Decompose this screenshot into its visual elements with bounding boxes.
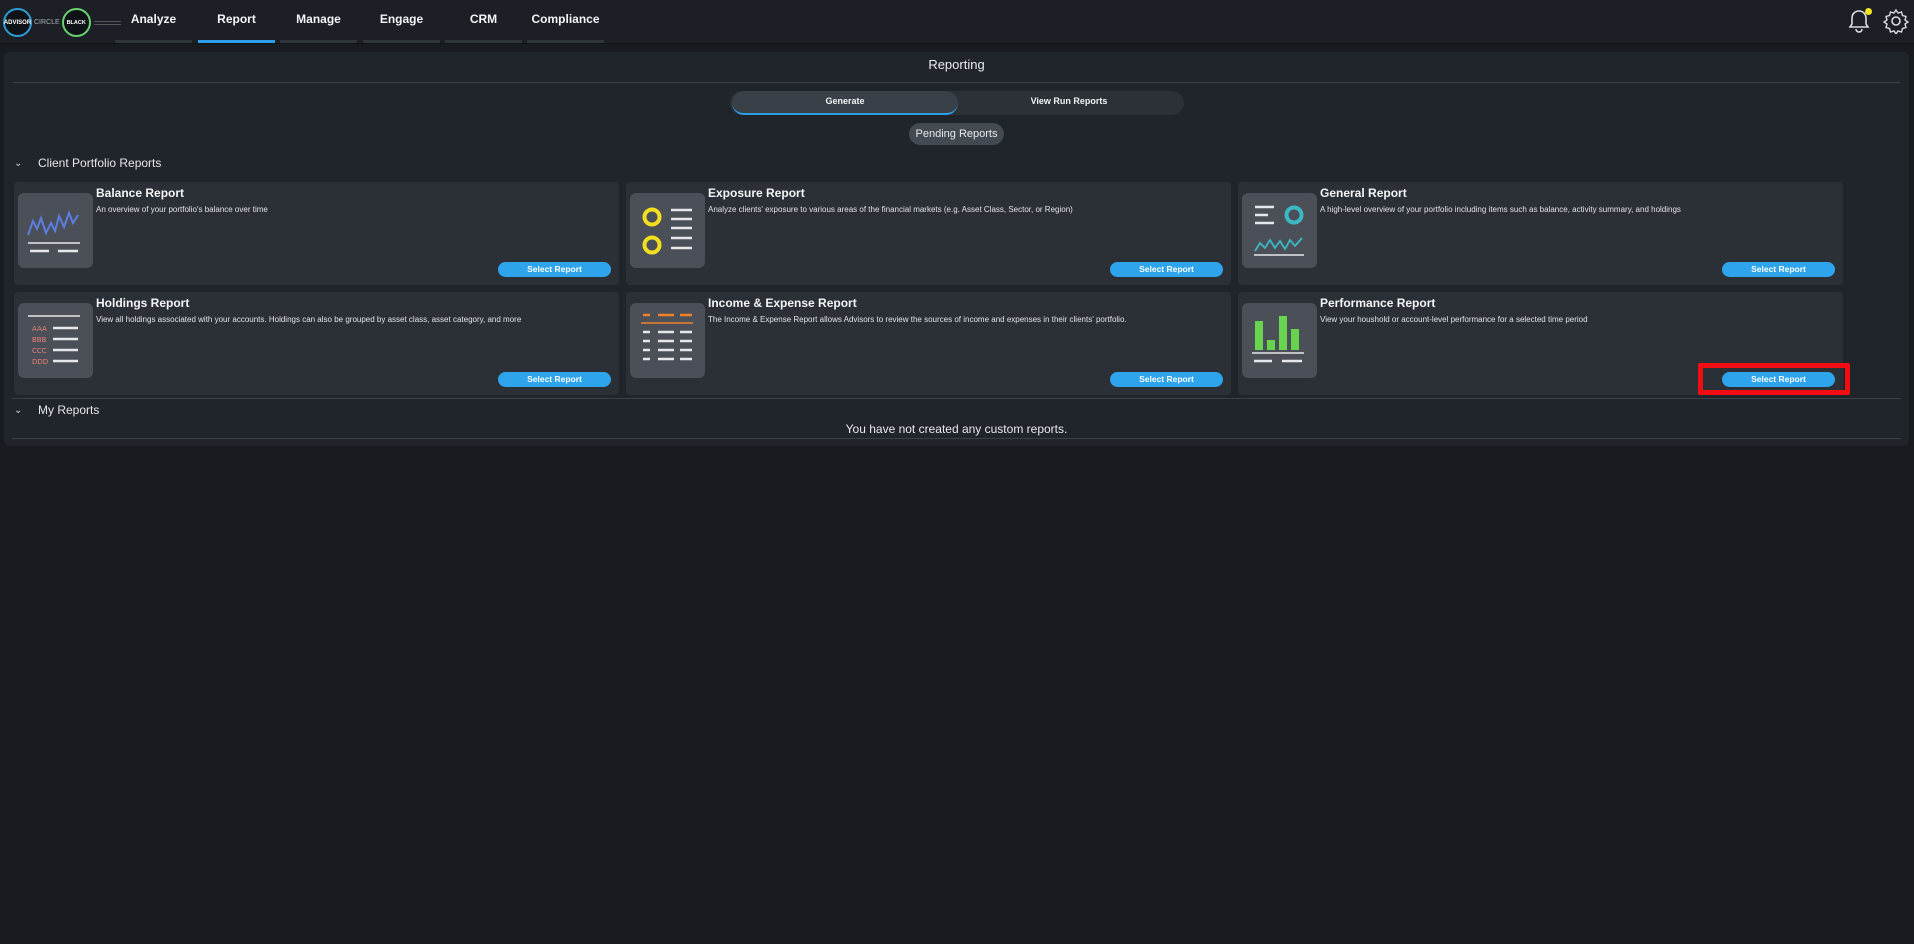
nav-tab-label: Compliance [531,12,600,26]
gear-icon[interactable] [1882,8,1910,36]
card-description: The Income & Expense Report allows Advis… [708,315,1127,324]
chevron-down-icon: ⌄ [14,404,23,416]
chevron-down-icon: ⌄ [14,157,23,169]
nav-tab-underline [280,40,357,43]
card-description: An overview of your portfolio's balance … [96,205,268,214]
card-title: Exposure Report [708,186,805,200]
section-divider [12,398,1901,399]
section-toggle-my-reports[interactable]: ⌄ My Reports [14,403,99,417]
nav-tab-underline [198,40,275,43]
top-navigation-bar: ADVISOR CIRCLE BLACK Analyze Report Mana… [0,0,1914,44]
nav-tab-underline [363,40,440,43]
card-title: Holdings Report [96,296,190,310]
circleblack-logo-mark: BLACK [61,8,91,37]
select-report-button[interactable]: Select Report [498,372,611,387]
holdings-list-icon: AAA BBB CCC DDD [18,303,93,378]
bell-icon[interactable] [1846,8,1872,34]
nav-tab-label: Analyze [130,12,177,26]
segment-view-run-reports[interactable]: View Run Reports [956,91,1182,115]
nav-tab-compliance[interactable]: Compliance [527,0,604,44]
segment-generate[interactable]: Generate [732,91,958,115]
card-description: A high-level overview of your portfolio … [1320,205,1681,214]
nav-tab-manage[interactable]: Manage [280,0,357,44]
highlight-box [1698,363,1850,395]
section-title: Client Portfolio Reports [38,156,162,170]
empty-state-message: You have not created any custom reports. [845,422,1068,436]
logo-prefix-text: CIRCLE [34,19,60,26]
section-toggle-client-portfolio[interactable]: ⌄ Client Portfolio Reports [14,156,161,170]
select-report-button[interactable]: Select Report [498,262,611,277]
svg-text:DDD: DDD [32,358,48,366]
income-expense-icon [630,303,705,378]
section-divider [12,438,1901,439]
svg-text:BBB: BBB [32,336,47,344]
nav-tab-label: CRM [469,12,498,26]
notification-dot [1865,8,1872,15]
select-report-button[interactable]: Select Report [1110,262,1223,277]
nav-tab-engage[interactable]: Engage [363,0,440,44]
select-report-button[interactable]: Select Report [1110,372,1223,387]
report-card-balance: Balance Report An overview of your portf… [14,182,619,285]
general-overview-icon [1242,193,1317,268]
nav-tab-label: Manage [296,12,341,26]
page-title: Reporting [928,57,985,72]
svg-text:CCC: CCC [32,347,47,355]
nav-tab-underline [527,40,604,43]
performance-bar-chart-icon [1242,303,1317,378]
nav-tab-underline [445,40,522,43]
report-card-exposure: Exposure Report Analyze clients' exposur… [626,182,1231,285]
report-card-general: General Report A high-level overview of … [1238,182,1843,285]
card-description: View all holdings associated with your a… [96,315,522,324]
exposure-list-icon [630,193,705,268]
nav-tab-report[interactable]: Report [198,0,275,44]
advisor-logo-mark: ADVISOR [3,8,32,37]
title-divider [13,82,1900,83]
card-description: Analyze clients' exposure to various are… [708,205,1073,214]
select-report-button[interactable]: Select Report [1722,262,1835,277]
reporting-panel: Reporting Generate View Run Reports Pend… [4,52,1909,446]
card-title: Balance Report [96,186,185,200]
logo[interactable]: ADVISOR CIRCLE BLACK [3,8,121,37]
card-title: Income & Expense Report [708,296,857,310]
nav-tab-label: Engage [379,12,424,26]
nav-tab-analyze[interactable]: Analyze [115,0,192,44]
balance-chart-icon [18,193,93,268]
view-toggle: Generate View Run Reports [730,91,1184,115]
nav-tab-label: Report [217,12,256,26]
nav-tab-underline [115,40,192,43]
svg-text:AAA: AAA [32,325,47,333]
card-description: View your houshold or account-level perf… [1320,315,1588,324]
nav-tab-crm[interactable]: CRM [445,0,522,44]
card-title: Performance Report [1320,296,1436,310]
section-title: My Reports [38,403,100,417]
report-card-income-expense: Income & Expense Report The Income & Exp… [626,292,1231,395]
report-card-holdings: AAA BBB CCC DDD Holdings Report View all ho… [14,292,619,395]
pending-reports-button[interactable]: Pending Reports [909,123,1004,145]
card-title: General Report [1320,186,1407,200]
